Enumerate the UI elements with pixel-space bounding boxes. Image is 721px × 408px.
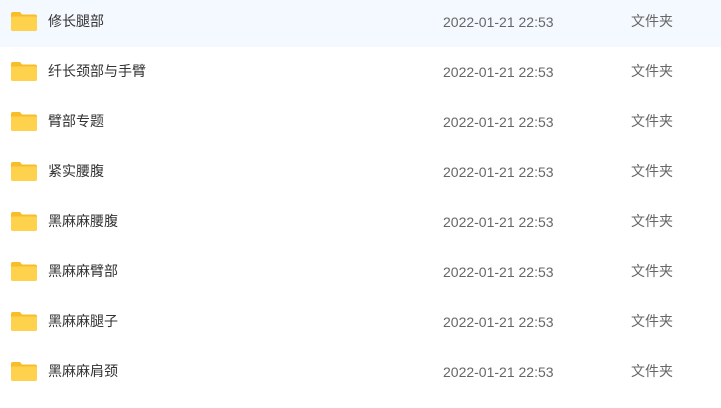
file-type: 文件夹 [631, 164, 673, 180]
file-row-4[interactable]: 紧实腰腹 2022-01-21 22:53 文件夹 [0, 147, 721, 197]
file-row-6[interactable]: 黑麻麻臂部 2022-01-21 22:53 文件夹 [0, 247, 721, 297]
modified-date: 2022-01-21 22:53 [443, 14, 554, 30]
file-type: 文件夹 [631, 364, 673, 380]
file-row-1[interactable]: 修长腿部 2022-01-21 22:53 文件夹 [0, 0, 721, 47]
file-name[interactable]: 黑麻麻臂部 [48, 247, 118, 297]
file-row-2[interactable]: 纤长颈部与手臂 2022-01-21 22:53 文件夹 [0, 47, 721, 97]
modified-date: 2022-01-21 22:53 [443, 164, 554, 180]
modified-date: 2022-01-21 22:53 [443, 314, 554, 330]
file-type: 文件夹 [631, 264, 673, 280]
file-type: 文件夹 [631, 14, 673, 30]
file-name[interactable]: 黑麻麻腰腹 [48, 197, 118, 247]
folder-icon [11, 61, 37, 81]
file-type: 文件夹 [631, 214, 673, 230]
file-type: 文件夹 [631, 114, 673, 130]
folder-icon [11, 361, 37, 381]
file-name[interactable]: 黑麻麻肩颈 [48, 347, 118, 397]
file-list: 修长腿部 2022-01-21 22:53 文件夹 纤长颈部与手臂 2022-0… [0, 0, 721, 408]
file-row-8[interactable]: 黑麻麻肩颈 2022-01-21 22:53 文件夹 [0, 347, 721, 397]
folder-icon [11, 211, 37, 231]
folder-icon [11, 311, 37, 331]
folder-icon [11, 161, 37, 181]
modified-date: 2022-01-21 22:53 [443, 364, 554, 380]
file-name[interactable]: 修长腿部 [48, 0, 104, 47]
modified-date: 2022-01-21 22:53 [443, 64, 554, 80]
file-name[interactable]: 纤长颈部与手臂 [48, 47, 146, 97]
folder-icon [11, 261, 37, 281]
folder-icon [11, 111, 37, 131]
modified-date: 2022-01-21 22:53 [443, 214, 554, 230]
file-type: 文件夹 [631, 314, 673, 330]
folder-icon [11, 11, 37, 31]
file-name[interactable]: 臂部专题 [48, 97, 104, 147]
file-row-3[interactable]: 臂部专题 2022-01-21 22:53 文件夹 [0, 97, 721, 147]
file-row-5[interactable]: 黑麻麻腰腹 2022-01-21 22:53 文件夹 [0, 197, 721, 247]
file-type: 文件夹 [631, 64, 673, 80]
modified-date: 2022-01-21 22:53 [443, 114, 554, 130]
file-name[interactable]: 紧实腰腹 [48, 147, 104, 197]
file-name[interactable]: 黑麻麻腿子 [48, 297, 118, 347]
file-row-7[interactable]: 黑麻麻腿子 2022-01-21 22:53 文件夹 [0, 297, 721, 347]
modified-date: 2022-01-21 22:53 [443, 264, 554, 280]
